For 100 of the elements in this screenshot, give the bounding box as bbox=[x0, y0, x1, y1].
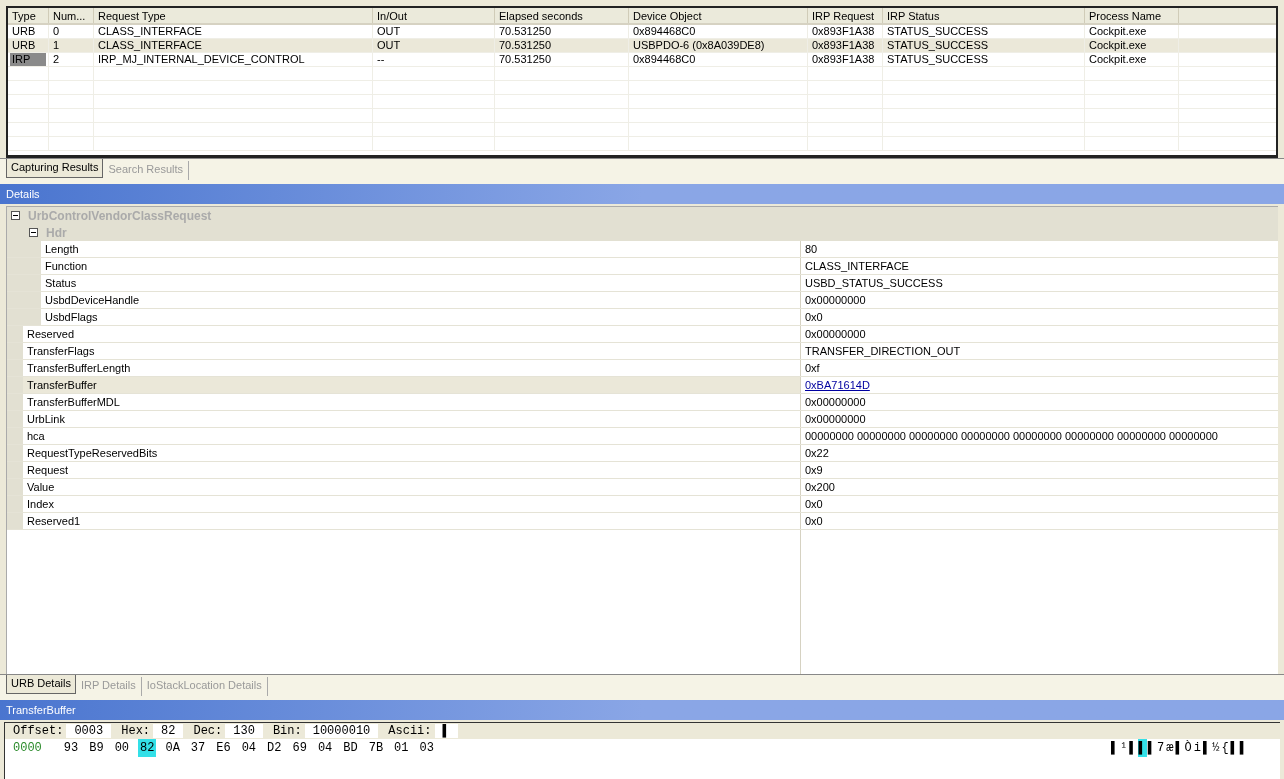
property-name: Status bbox=[45, 275, 77, 291]
hex-byte[interactable]: 01 bbox=[392, 739, 411, 757]
table-cell-text: Cockpit.exe bbox=[1088, 53, 1148, 65]
info-value: 10000010 bbox=[304, 724, 379, 738]
tab[interactable]: URB Details bbox=[6, 675, 76, 694]
row-gutter bbox=[7, 360, 23, 376]
ascii-char[interactable]: i bbox=[1192, 739, 1202, 757]
property-row[interactable]: UsbdFlags 0x0 bbox=[7, 309, 1278, 326]
hex-byte[interactable]: D2 bbox=[265, 739, 284, 757]
property-row[interactable]: hca 00000000 00000000 00000000 00000000 00000000 00000000 00000000 00000000 bbox=[7, 428, 1278, 445]
ascii-char[interactable]: ▌ bbox=[1238, 739, 1248, 757]
table-cell-text: 0x893F1A38 bbox=[811, 25, 876, 37]
property-row[interactable]: UrbLink 0x00000000 bbox=[7, 411, 1278, 428]
table-cell-text: URB bbox=[11, 39, 37, 51]
property-row[interactable]: TransferBuffer 0xBA71614D bbox=[7, 377, 1278, 394]
property-value: CLASS_INTERFACE bbox=[805, 258, 909, 274]
ascii-char[interactable]: ▌ bbox=[1128, 739, 1138, 757]
ascii-char[interactable]: ▌ bbox=[1202, 739, 1212, 757]
hex-byte[interactable]: 03 bbox=[417, 739, 436, 757]
property-value: 00000000 00000000 00000000 00000000 00000000 00000000 00000000 00000000 bbox=[805, 428, 1218, 444]
property-row[interactable]: TransferFlags TRANSFER_DIRECTION_OUT bbox=[7, 343, 1278, 360]
ascii-char[interactable]: ▌ bbox=[1229, 739, 1239, 757]
hex-byte[interactable]: 0A bbox=[163, 739, 182, 757]
property-name: TransferBufferMDL bbox=[27, 394, 120, 410]
property-value: 0xf bbox=[805, 360, 820, 376]
tab[interactable]: Capturing Results bbox=[6, 159, 104, 178]
ascii-char[interactable]: { bbox=[1220, 739, 1230, 757]
property-value: 0x00000000 bbox=[805, 394, 866, 410]
property-row[interactable]: Index 0x0 bbox=[7, 496, 1278, 513]
table-cell-text: STATUS_SUCCESS bbox=[886, 39, 990, 51]
property-row[interactable]: Request 0x9 bbox=[7, 462, 1278, 479]
hex-byte[interactable]: 04 bbox=[239, 739, 259, 757]
property-row[interactable]: RequestTypeReservedBits 0x22 bbox=[7, 445, 1278, 462]
info-value: 82 bbox=[153, 724, 184, 738]
ascii-char[interactable]: 7 bbox=[1155, 739, 1166, 757]
property-row[interactable]: TransferBufferLength 0xf bbox=[7, 360, 1278, 377]
hex-byte[interactable]: 93 bbox=[61, 739, 81, 757]
table-cell-text: 0x894468C0 bbox=[632, 53, 697, 65]
property-value: 0x00000000 bbox=[805, 326, 866, 342]
property-value: 0x9 bbox=[805, 462, 823, 478]
ascii-char[interactable]: æ bbox=[1165, 739, 1175, 757]
property-link[interactable]: 0xBA71614D bbox=[805, 376, 870, 394]
info-label: Bin: bbox=[272, 723, 302, 740]
column-header[interactable]: In/Out bbox=[373, 8, 495, 23]
property-row[interactable]: Length 80 bbox=[7, 241, 1278, 258]
row-gutter bbox=[7, 275, 41, 291]
info-value: 0003 bbox=[66, 724, 112, 738]
column-header[interactable]: IRP Request bbox=[808, 8, 883, 23]
property-row[interactable]: Reserved1 0x0 bbox=[7, 513, 1278, 530]
ascii-char[interactable]: ▌ bbox=[1146, 739, 1156, 757]
hex-byte[interactable]: 04 bbox=[315, 739, 335, 757]
column-header[interactable]: Num... bbox=[49, 8, 94, 23]
column-header[interactable]: Process Name bbox=[1085, 8, 1179, 23]
ascii-char[interactable]: ▌ bbox=[1109, 739, 1120, 757]
table-cell-text: 0x894468C0 bbox=[632, 25, 697, 37]
hex-byte[interactable]: 7B bbox=[366, 739, 386, 757]
request-row[interactable]: URB 0 CLASS_INTERFACE OUT 70.531250 0x894468C0 0x893F1A38 STATUS_SUCCESS Cockpit.exe bbox=[8, 25, 1276, 39]
property-row[interactable]: TransferBufferMDL 0x00000000 bbox=[7, 394, 1278, 411]
column-header[interactable]: Request Type bbox=[94, 8, 373, 23]
row-gutter bbox=[7, 445, 23, 461]
property-value: 0x00000000 bbox=[805, 411, 866, 427]
column-header[interactable]: IRP Status bbox=[883, 8, 1085, 23]
row-gutter bbox=[7, 411, 23, 427]
collapse-toggle-icon[interactable] bbox=[29, 228, 38, 237]
table-cell-text: 70.531250 bbox=[498, 39, 552, 51]
table-cell: IRP bbox=[10, 53, 46, 66]
property-row[interactable]: UsbdDeviceHandle 0x00000000 bbox=[7, 292, 1278, 309]
column-header[interactable]: Type bbox=[8, 8, 49, 23]
hex-byte[interactable]: E6 bbox=[214, 739, 233, 757]
property-row[interactable]: Value 0x200 bbox=[7, 479, 1278, 496]
table-cell-text: OUT bbox=[376, 39, 402, 51]
property-row[interactable]: Reserved 0x00000000 bbox=[7, 326, 1278, 343]
hex-byte[interactable]: 37 bbox=[188, 739, 208, 757]
hex-byte[interactable]: B9 bbox=[87, 739, 106, 757]
hex-byte[interactable]: 69 bbox=[290, 739, 309, 757]
row-gutter bbox=[7, 258, 41, 274]
property-row[interactable]: Function CLASS_INTERFACE bbox=[7, 258, 1278, 275]
request-row[interactable]: IRP 2 IRP_MJ_INTERNAL_DEVICE_CONTROL -- 70.531250 0x894468C0 0x893F1A38 STATUS_SUCCESS Cockpit.exe bbox=[8, 53, 1276, 67]
property-row[interactable]: Status USBD_STATUS_SUCCESS bbox=[7, 275, 1278, 292]
collapse-toggle-icon[interactable] bbox=[11, 211, 20, 220]
column-header[interactable]: Elapsed seconds bbox=[495, 8, 629, 23]
offset-label: 0000 bbox=[13, 740, 42, 757]
ascii-char[interactable]: ▌ bbox=[1137, 739, 1147, 757]
hex-byte[interactable]: 82 bbox=[138, 739, 157, 757]
ascii-char[interactable]: ▌ bbox=[1174, 739, 1184, 757]
property-name: Reserved1 bbox=[27, 513, 81, 529]
ascii-char[interactable]: Ò bbox=[1183, 739, 1193, 757]
ascii-char[interactable]: ½ bbox=[1211, 739, 1221, 757]
property-value: 0x22 bbox=[805, 445, 829, 461]
property-value: 0x00000000 bbox=[805, 292, 866, 308]
table-cell-text: CLASS_INTERFACE bbox=[97, 39, 203, 51]
hex-byte[interactable]: 00 bbox=[112, 739, 132, 757]
property-name: RequestTypeReservedBits bbox=[27, 445, 158, 461]
request-row[interactable]: URB 1 CLASS_INTERFACE OUT 70.531250 USBPDO-6 (0x8A039DE8) 0x893F1A38 STATUS_SUCCESS Cockpit.exe bbox=[8, 39, 1276, 53]
table-cell-text: 70.531250 bbox=[498, 53, 552, 65]
column-header[interactable]: Device Object bbox=[629, 8, 808, 23]
hex-byte[interactable]: BD bbox=[341, 739, 360, 757]
ascii-char[interactable]: ¹ bbox=[1119, 739, 1129, 757]
table-cell-text: 2 bbox=[52, 53, 61, 65]
table-cell-text: 0 bbox=[52, 25, 61, 37]
